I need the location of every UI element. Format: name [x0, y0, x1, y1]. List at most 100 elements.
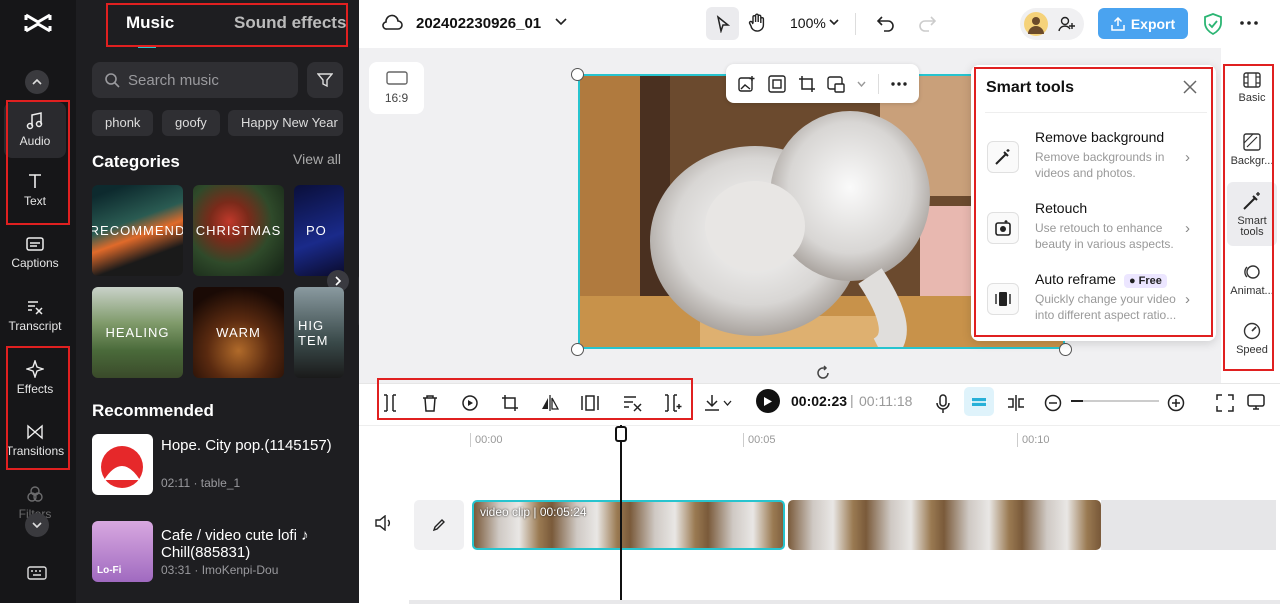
crop-icon[interactable] — [798, 75, 816, 93]
crop-icon[interactable] — [501, 394, 519, 412]
playhead-handle[interactable] — [615, 426, 627, 442]
feedback-icon[interactable] — [1247, 394, 1265, 412]
avatar[interactable] — [1024, 12, 1048, 36]
video-clip[interactable] — [788, 500, 1101, 550]
cloud-icon[interactable] — [381, 14, 403, 32]
sidebar-item-audio[interactable]: Audio — [4, 102, 66, 158]
track-edit-button[interactable] — [414, 500, 464, 550]
view-all-link[interactable]: View all — [293, 151, 341, 167]
freeze-frame-icon[interactable] — [461, 394, 479, 412]
export-button[interactable]: Export — [1098, 8, 1188, 39]
scroll-up-button[interactable] — [25, 70, 49, 94]
track-item[interactable]: Hope. City pop.(1145157) 02:11 · table_1 — [92, 434, 342, 504]
fullscreen-icon[interactable] — [1216, 394, 1234, 412]
image-add-icon[interactable] — [738, 75, 756, 93]
time-tick: 00:00 — [470, 433, 503, 447]
collaboration-group — [1020, 8, 1084, 40]
property-speed[interactable]: Speed — [1227, 322, 1277, 356]
sidebar-item-captions[interactable]: Captions — [4, 225, 66, 281]
export-label: Export — [1130, 15, 1176, 32]
property-label: Basic — [1238, 92, 1266, 104]
link-split-icon[interactable] — [1007, 394, 1025, 412]
aspect-ratio-icon — [385, 71, 408, 85]
property-animation[interactable]: Animat... — [1227, 263, 1277, 297]
smart-split-icon[interactable] — [663, 394, 683, 412]
category-christmas[interactable]: CHRISTMAS — [193, 185, 284, 276]
resize-handle[interactable] — [571, 343, 584, 356]
zoom-in-icon[interactable] — [1167, 394, 1185, 412]
chevron-down-icon[interactable] — [555, 18, 567, 26]
property-label: Speed — [1236, 344, 1268, 356]
project-name[interactable]: 202402230926_01 — [416, 15, 541, 32]
magic-wand-icon — [987, 141, 1019, 173]
tab-music[interactable]: Music — [126, 13, 174, 33]
remove-background-icon[interactable] — [623, 394, 643, 412]
category-pop[interactable]: PO — [294, 185, 344, 276]
tool-description: Use retouch to enhance beauty in various… — [1035, 221, 1174, 251]
tool-retouch[interactable]: Retouch Use retouch to enhance beauty in… — [985, 200, 1210, 264]
floating-toolbar — [726, 64, 919, 103]
chip-happy-new-year[interactable]: Happy New Year — [228, 110, 343, 136]
image-edit-icon[interactable] — [827, 75, 846, 93]
filter-button[interactable] — [307, 62, 343, 98]
video-clip-selected[interactable]: video clip | 00:05:24 — [472, 500, 785, 550]
download-icon[interactable] — [704, 394, 732, 412]
timeline-scrollbar[interactable] — [409, 600, 1280, 604]
more-icon[interactable] — [1240, 21, 1258, 25]
property-smart-tools[interactable]: Smart tools — [1227, 182, 1277, 246]
fit-screen-icon[interactable] — [768, 74, 786, 93]
resize-handle[interactable] — [1059, 343, 1072, 356]
category-recommend[interactable]: RECOMMEND — [92, 185, 183, 276]
filters-icon — [27, 486, 43, 502]
property-background[interactable]: Backgr... — [1227, 133, 1277, 167]
redo-icon[interactable] — [918, 14, 936, 32]
magnet-snap-button[interactable] — [964, 387, 994, 416]
snap-icon — [971, 397, 987, 406]
property-basic[interactable]: Basic — [1227, 72, 1277, 104]
fit-icon[interactable] — [581, 394, 599, 412]
tab-sound-effects[interactable]: Sound effects — [234, 13, 346, 33]
zoom-out-icon[interactable] — [1044, 394, 1062, 412]
undo-icon[interactable] — [877, 14, 895, 32]
hand-icon[interactable] — [748, 13, 766, 33]
chip-goofy[interactable]: goofy — [162, 110, 220, 136]
category-high-tempo[interactable]: HIG TEM — [294, 287, 344, 378]
tool-auto-reframe[interactable]: Auto reframe ● Free Quickly change your v… — [985, 271, 1210, 335]
keyboard-icon[interactable] — [27, 565, 47, 581]
sidebar-item-text[interactable]: Text — [4, 162, 66, 218]
close-icon[interactable] — [1183, 80, 1197, 94]
select-tool-button[interactable] — [706, 7, 739, 40]
free-badge: ● Free — [1123, 274, 1167, 288]
split-icon[interactable] — [381, 394, 399, 412]
rotate-icon[interactable] — [814, 364, 832, 382]
zoom-slider[interactable] — [1071, 400, 1159, 402]
resize-handle[interactable] — [571, 68, 584, 81]
speaker-icon[interactable] — [375, 515, 393, 531]
play-button[interactable] — [756, 389, 780, 413]
music-panel: Music Sound effects Search music phonk g… — [76, 0, 359, 603]
mirror-icon[interactable] — [541, 394, 559, 412]
microphone-icon[interactable] — [935, 394, 951, 414]
aspect-ratio-button[interactable]: 16:9 — [369, 62, 424, 114]
sidebar-item-label: Transcript — [8, 319, 62, 333]
search-input[interactable]: Search music — [92, 62, 298, 98]
chip-phonk[interactable]: phonk — [92, 110, 154, 136]
category-healing[interactable]: HEALING — [92, 287, 183, 378]
play-icon — [764, 396, 772, 406]
track-item[interactable]: Lo-Fi Cafe / video cute lofi ♪ Chill(885… — [92, 521, 342, 591]
playhead[interactable] — [620, 425, 622, 603]
sidebar-item-effects[interactable]: Effects — [4, 350, 66, 406]
sidebar-item-transcript[interactable]: Transcript — [4, 288, 66, 344]
category-warm[interactable]: WARM — [193, 287, 284, 378]
tool-remove-background[interactable]: Remove background Remove backgrounds in … — [985, 129, 1210, 193]
more-icon[interactable] — [891, 81, 907, 86]
delete-icon[interactable] — [421, 394, 439, 412]
chevron-down-icon[interactable] — [857, 81, 866, 87]
add-user-icon[interactable] — [1058, 15, 1076, 33]
clip-duration: 00:05:24 — [539, 505, 587, 519]
zoom-level[interactable]: 100% — [790, 15, 826, 31]
scroll-down-button[interactable] — [25, 513, 49, 537]
sidebar-item-transitions[interactable]: Transitions — [4, 413, 66, 469]
shield-icon[interactable] — [1203, 13, 1223, 35]
chevron-down-icon[interactable] — [829, 19, 839, 26]
